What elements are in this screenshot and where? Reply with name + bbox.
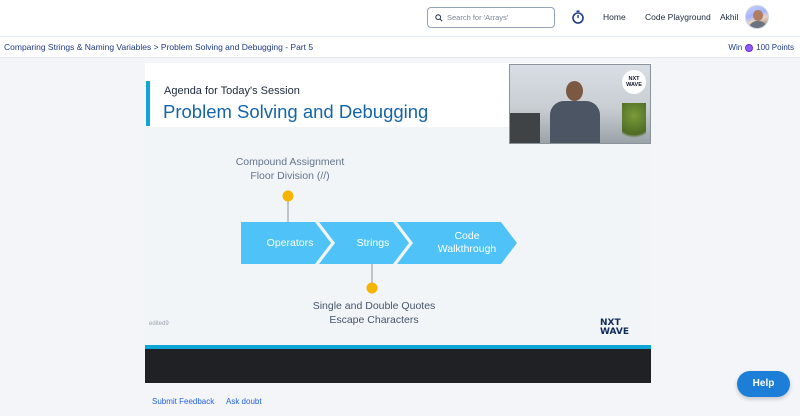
search-icon	[435, 13, 443, 22]
breadcrumb-bar: Comparing Strings & Naming Variables > P…	[0, 37, 800, 58]
rewards-badge: Win 100 Points	[728, 43, 794, 52]
lecture-slide: Agenda for Today's Session Problem Solvi…	[145, 63, 651, 345]
edited-tag: edited9	[149, 321, 169, 327]
coin-icon	[745, 43, 754, 52]
help-button[interactable]: Help	[737, 371, 790, 397]
nxtwave-logo: NXT WAVE	[600, 318, 629, 337]
rewards-prefix: Win	[728, 43, 743, 52]
note-escape-characters: Escape Characters	[329, 314, 419, 326]
step-code-walkthrough: Code Walkthrough	[423, 230, 511, 256]
video-player[interactable]: Agenda for Today's Session Problem Solvi…	[145, 63, 651, 383]
avatar[interactable]	[745, 5, 769, 29]
dot-top	[282, 190, 294, 202]
step-operators: Operators	[266, 237, 314, 249]
submit-feedback-link[interactable]: Submit Feedback	[152, 397, 214, 406]
step-code: Code	[454, 230, 480, 242]
search-box[interactable]	[427, 7, 555, 28]
rewards-points: 100 Points	[756, 43, 794, 52]
nav-code-playground[interactable]: Code Playground	[645, 12, 711, 22]
progress-bar[interactable]	[145, 345, 651, 349]
top-navbar: Home Code Playground Akhil	[0, 0, 800, 37]
breadcrumb[interactable]: Comparing Strings & Naming Variables > P…	[4, 42, 313, 52]
step-strings: Strings	[356, 237, 390, 249]
nav-home[interactable]: Home	[603, 12, 626, 22]
ask-doubt-link[interactable]: Ask doubt	[226, 397, 262, 406]
search-input[interactable]	[447, 13, 547, 22]
step-walkthrough: Walkthrough	[437, 243, 497, 255]
dot-bottom	[366, 282, 378, 294]
stopwatch-icon[interactable]	[571, 10, 585, 24]
user-name[interactable]: Akhil	[720, 12, 738, 22]
note-quotes: Single and Double Quotes	[312, 300, 436, 312]
player-control-bar[interactable]	[145, 345, 651, 383]
bottom-notes: Single and Double Quotes Escape Characte…	[295, 299, 453, 327]
